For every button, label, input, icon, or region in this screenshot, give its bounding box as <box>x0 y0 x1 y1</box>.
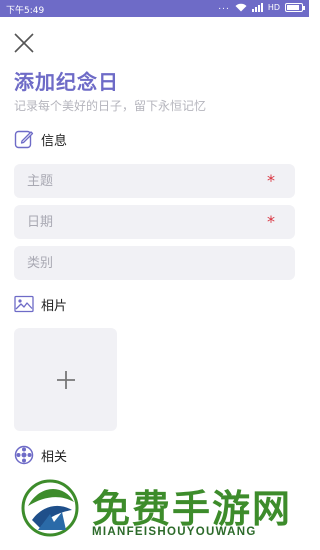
watermark-subtitle: MIANFEISHOUYOUWANG <box>92 526 257 538</box>
page-title: 添加纪念日 <box>14 70 119 94</box>
status-dots: ... <box>218 2 230 12</box>
watermark: 免费手游网 MIANFEISHOUYOUWANG <box>0 472 309 550</box>
status-icons: ... HD <box>218 2 305 12</box>
close-icon <box>14 33 34 53</box>
date-field[interactable]: * <box>14 205 295 239</box>
watermark-title: 免费手游网 <box>92 486 293 531</box>
info-section-header: 信息 <box>14 129 67 149</box>
image-icon <box>14 295 34 313</box>
network-type: HD <box>267 2 280 12</box>
photo-section-header: 相片 <box>14 294 67 314</box>
related-icon <box>14 445 34 465</box>
subject-input[interactable] <box>14 164 295 198</box>
status-bar: 下午5:49 ... HD <box>0 0 309 17</box>
close-button[interactable] <box>13 32 35 54</box>
wifi-icon <box>235 3 247 11</box>
required-mark: * <box>267 212 275 231</box>
status-time: 下午5:49 <box>6 6 45 16</box>
info-section-label: 信息 <box>41 133 68 149</box>
add-photo-button[interactable] <box>14 328 117 431</box>
battery-icon <box>285 2 305 12</box>
required-mark: * <box>267 171 275 190</box>
related-section-header: 相关 <box>14 445 67 465</box>
battery-fill <box>287 4 300 10</box>
subject-field[interactable]: * <box>14 164 295 198</box>
related-section-label: 相关 <box>41 449 68 465</box>
watermark-logo-icon <box>21 479 79 537</box>
plus-icon <box>56 370 75 389</box>
category-input[interactable] <box>14 246 295 280</box>
category-field[interactable] <box>14 246 295 280</box>
photo-section-label: 相片 <box>41 298 68 314</box>
signal-icon <box>251 2 263 12</box>
edit-icon <box>14 130 34 149</box>
page-subtitle: 记录每个美好的日子，留下永恒记忆 <box>14 99 207 113</box>
date-input[interactable] <box>14 205 295 239</box>
